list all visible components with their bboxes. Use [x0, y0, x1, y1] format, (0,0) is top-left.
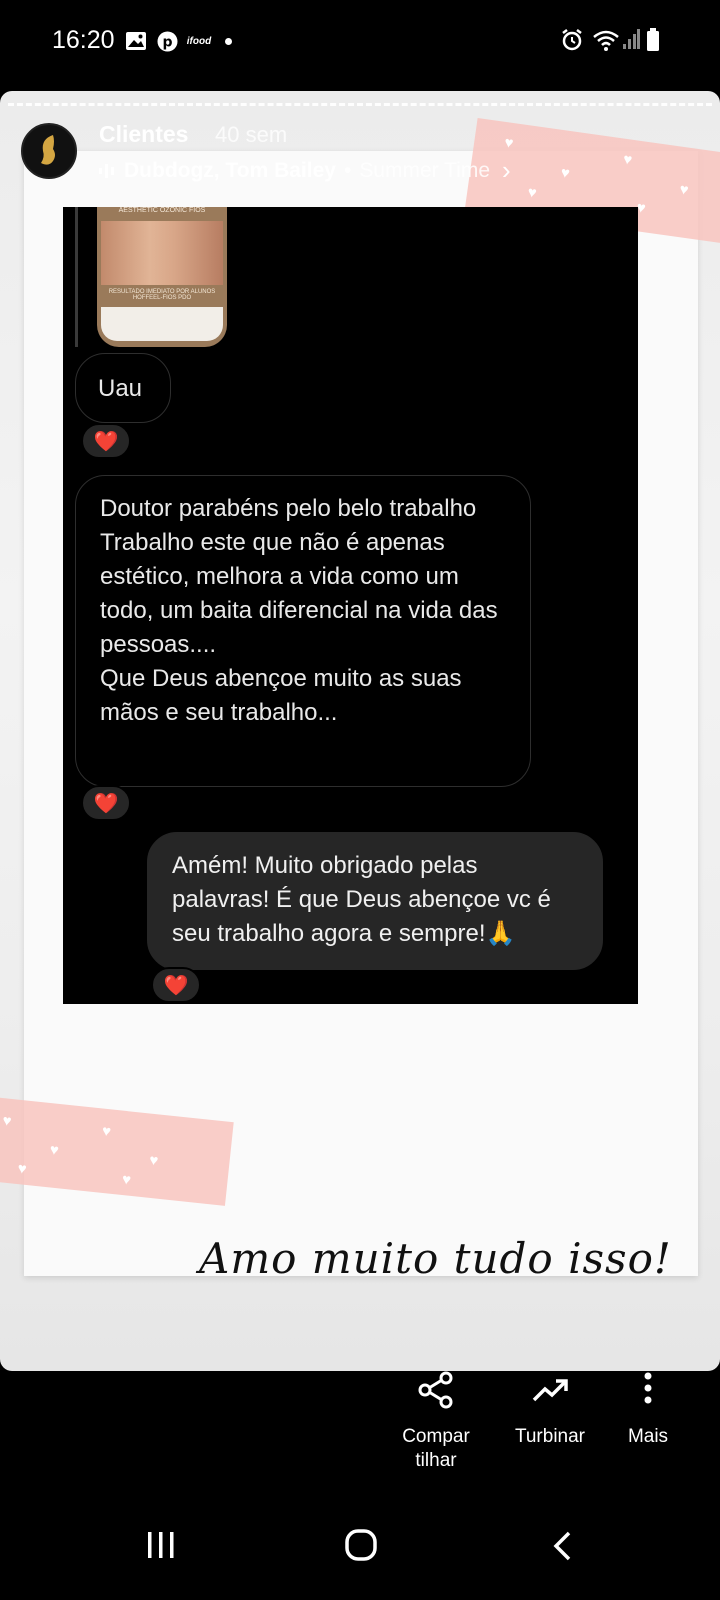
battery-icon — [646, 28, 662, 54]
svg-text:p: p — [162, 34, 172, 50]
more-button[interactable]: Mais — [608, 1370, 688, 1449]
music-artist: Dubdogz, Tom Bailey — [124, 158, 336, 182]
wifi-icon — [592, 28, 622, 54]
lips-photo — [101, 221, 223, 285]
message-text: Amém! Muito obrigado pelas palavras! É q… — [172, 852, 551, 947]
story-username[interactable]: Clientes — [99, 121, 188, 148]
story-timestamp: 40 sem — [215, 122, 288, 147]
boost-button[interactable]: Turbinar — [500, 1370, 600, 1449]
music-separator: • — [343, 158, 352, 182]
chevron-right-icon: › — [502, 155, 511, 185]
message-bubble: Doutor parabéns pelo belo trabalho Traba… — [75, 475, 531, 787]
home-icon[interactable] — [344, 1528, 378, 1567]
message-text: Doutor parabéns pelo belo trabalho Traba… — [100, 495, 498, 726]
thumbnail-footer — [101, 307, 223, 341]
recent-apps-icon[interactable] — [146, 1530, 176, 1565]
message-bubble: Uau — [75, 353, 171, 423]
navigation-bar — [0, 1520, 720, 1600]
shared-post-thumbnail: AESTHETIC OZONIC FIOS RESULTADO IMEDIATO… — [97, 207, 227, 347]
status-bar: 16:20 p ifood — [0, 0, 720, 84]
story-card[interactable]: ♥ ♥ ♥ ♥ ♥ ♥ AESTHETIC OZONIC FIOS RESULTADO… — [0, 91, 720, 1371]
boost-label: Turbinar — [514, 1426, 586, 1447]
avatar[interactable] — [21, 123, 77, 179]
pinterest-icon: p — [156, 30, 178, 52]
heart-reaction: ❤️ — [81, 423, 131, 459]
reply-line — [75, 207, 78, 347]
chat-screenshot: AESTHETIC OZONIC FIOS RESULTADO IMEDIATO… — [63, 207, 638, 1004]
story-progress-bar — [8, 103, 712, 106]
face-logo-icon — [41, 135, 55, 165]
back-icon[interactable] — [550, 1530, 574, 1567]
music-sticker[interactable]: Dubdogz, Tom Bailey • Summer Time › — [98, 155, 511, 186]
sound-wave-icon — [99, 163, 114, 178]
story-caption: Amo muito tudo isso! — [199, 1234, 672, 1283]
gallery-icon — [124, 30, 148, 52]
share-button[interactable]: Compar tilhar — [386, 1370, 486, 1473]
thumbnail-title: AESTHETIC OZONIC FIOS — [118, 207, 206, 214]
status-time: 16:20 — [52, 26, 115, 54]
signal-icon — [622, 28, 642, 54]
share-icon — [418, 1371, 453, 1409]
message-bubble-sent: Amém! Muito obrigado pelas palavras! É q… — [147, 832, 603, 970]
music-title: Summer Time — [359, 158, 490, 182]
dot-icon — [224, 30, 232, 52]
more-label: Mais — [627, 1426, 669, 1447]
heart-reaction: ❤️ — [81, 785, 131, 821]
alarm-icon — [560, 28, 586, 54]
share-label: Compar tilhar — [402, 1426, 470, 1471]
ifood-icon: ifood — [186, 35, 212, 47]
more-icon — [644, 1372, 652, 1404]
heart-reaction: ❤️ — [151, 967, 201, 1003]
boost-icon — [532, 1379, 568, 1402]
thumbnail-caption: RESULTADO IMEDIATO POR ALUNOS HOFFEEL-FI… — [108, 289, 216, 301]
